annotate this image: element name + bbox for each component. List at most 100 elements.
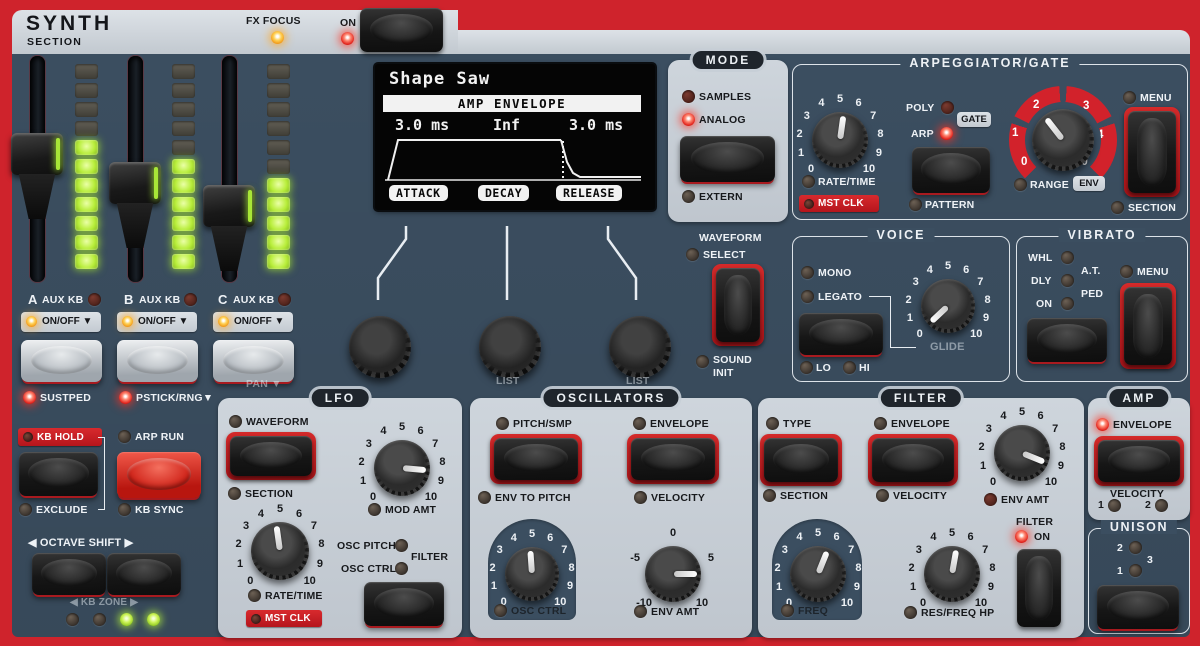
arp-pattern-button[interactable] bbox=[912, 147, 990, 193]
octave-down-button[interactable] bbox=[32, 553, 106, 595]
kb-zone-led-3 bbox=[120, 613, 133, 626]
fader-a[interactable] bbox=[11, 133, 63, 219]
kb-hold-button[interactable] bbox=[19, 452, 98, 496]
hi-label: HI bbox=[859, 362, 870, 374]
unison-button[interactable] bbox=[1097, 585, 1179, 629]
vibrato-menu-button[interactable] bbox=[1124, 287, 1172, 365]
filter-on-button[interactable] bbox=[1017, 549, 1061, 627]
aux-b-onoff[interactable]: ON/OFF ▼ bbox=[117, 312, 197, 332]
aux-a-onoff[interactable]: ON/OFF ▼ bbox=[21, 312, 101, 332]
synth-on-button[interactable] bbox=[360, 8, 443, 52]
waveform-select-button[interactable] bbox=[716, 268, 760, 342]
aux-a-button[interactable] bbox=[21, 340, 102, 382]
osc-env-amt-knob[interactable]: -10-50510 bbox=[645, 546, 701, 602]
osc-ctrl-knob[interactable]: 012345678910 bbox=[505, 547, 559, 601]
poly-label: POLY bbox=[906, 102, 934, 114]
legato-label: LEGATO bbox=[818, 291, 862, 303]
amp-title: AMP bbox=[1109, 389, 1168, 407]
pattern-led bbox=[909, 198, 922, 211]
aux-c-button[interactable] bbox=[213, 340, 294, 382]
glide-knob[interactable]: 012345678910 bbox=[921, 279, 975, 333]
arp-led bbox=[940, 127, 953, 140]
dly-label: DLY bbox=[1031, 275, 1052, 287]
arp-mst-clk-label: MST CLK bbox=[818, 198, 864, 209]
kb-sync-label: KB SYNC bbox=[135, 504, 184, 516]
osc-envelope-label: ENVELOPE bbox=[650, 418, 709, 430]
lfo-section-label: SECTION bbox=[245, 488, 293, 500]
pstick-label: PSTICK/RNG▼ bbox=[136, 392, 213, 404]
osc-ctrl-label: OSC CTRL bbox=[511, 605, 566, 617]
kb-hold-led bbox=[23, 432, 33, 442]
kb-hold-bracket bbox=[98, 437, 105, 510]
amp-envelope-button[interactable] bbox=[1098, 440, 1180, 482]
octave-up-button[interactable] bbox=[107, 553, 181, 595]
aux-a-label: AUX KB bbox=[42, 294, 83, 306]
mono-label: MONO bbox=[818, 267, 851, 279]
exclude-label: EXCLUDE bbox=[36, 504, 88, 516]
aux-b-button[interactable] bbox=[117, 340, 198, 382]
arp-mst-clk-box: MST CLK bbox=[799, 195, 879, 212]
aux-c-onoff[interactable]: ON/OFF ▼ bbox=[213, 312, 293, 332]
samples-label: SAMPLES bbox=[699, 91, 751, 103]
legato-bracket-1 bbox=[869, 296, 891, 348]
filter-env-amt-knob[interactable]: 012345678910 bbox=[994, 425, 1050, 481]
range-label: RANGE bbox=[1030, 179, 1069, 191]
level-meter-b bbox=[172, 64, 195, 269]
osc-ctrl-led bbox=[494, 604, 507, 617]
aux-b-label: AUX KB bbox=[139, 294, 180, 306]
unison-2-led bbox=[1129, 541, 1142, 554]
voice-title: VOICE bbox=[868, 228, 935, 242]
unison-3-label: 3 bbox=[1147, 554, 1153, 566]
vibrato-button[interactable] bbox=[1027, 318, 1107, 362]
kb-sync-led bbox=[118, 503, 131, 516]
mode-panel: MODE SAMPLES ANALOG EXTERN bbox=[668, 60, 788, 222]
amp-panel: AMP ENVELOPE VELOCITY 1 2 bbox=[1088, 398, 1190, 520]
sustped-led bbox=[23, 391, 36, 404]
soft-encoder-2[interactable] bbox=[479, 316, 541, 378]
aux-b-letter: B bbox=[124, 292, 134, 307]
amp-envelope-label: ENVELOPE bbox=[1113, 419, 1172, 431]
res-knob[interactable]: 012345678910 bbox=[924, 546, 980, 602]
osc-pitch-button[interactable] bbox=[494, 438, 578, 480]
kb-zone-label: ◀ KB ZONE ▶ bbox=[70, 597, 138, 608]
lfo-mod-amt-knob[interactable]: 012345678910 bbox=[374, 440, 430, 496]
pstick-led bbox=[119, 391, 132, 404]
lo-label: LO bbox=[816, 362, 831, 374]
soft-encoder-3[interactable] bbox=[609, 316, 671, 378]
env-box: ENV bbox=[1073, 176, 1105, 191]
kb-hold-label: KB HOLD bbox=[37, 432, 84, 443]
mode-title: MODE bbox=[693, 51, 764, 69]
soft-encoder-3-list-label: LIST bbox=[626, 375, 650, 387]
fader-b[interactable] bbox=[109, 162, 161, 248]
arp-rate-knob[interactable]: 012345678910 bbox=[812, 112, 868, 168]
arp-run-button[interactable] bbox=[117, 452, 201, 498]
arp-section-frame bbox=[1124, 107, 1180, 197]
lfo-mst-clk-box: MST CLK bbox=[246, 610, 322, 627]
lfo-osc-ctrl-label: OSC CTRL bbox=[341, 563, 396, 575]
soft-encoder-1[interactable] bbox=[349, 316, 411, 378]
osc-envelope-button[interactable] bbox=[631, 438, 715, 480]
unison-title: UNISON bbox=[1101, 520, 1177, 534]
vibrato-menu-label: MENU bbox=[1137, 266, 1169, 278]
display-attack-button: ATTACK bbox=[389, 185, 448, 201]
lfo-waveform-button[interactable] bbox=[230, 436, 312, 476]
fader-c[interactable] bbox=[203, 185, 255, 271]
amp-velocity-1-led bbox=[1108, 499, 1121, 512]
filter-envelope-led bbox=[874, 417, 887, 430]
freq-knob[interactable]: 012345678910 bbox=[790, 546, 846, 602]
lfo-rate-knob[interactable]: 012345678910 bbox=[251, 522, 309, 580]
soft-encoder-2-list-label: LIST bbox=[496, 375, 520, 387]
lfo-dest-button[interactable] bbox=[364, 582, 444, 626]
whl-led bbox=[1061, 251, 1074, 264]
mode-button[interactable] bbox=[680, 136, 775, 182]
freq-led bbox=[781, 604, 794, 617]
page-subtitle: SECTION bbox=[27, 36, 82, 48]
lfo-rate-led bbox=[248, 589, 261, 602]
filter-type-button[interactable] bbox=[764, 438, 838, 482]
arp-range-knob[interactable] bbox=[1032, 109, 1094, 171]
waveform-select-label-2: SELECT bbox=[703, 249, 746, 261]
arp-section-button[interactable] bbox=[1128, 111, 1176, 193]
arp-menu-label: MENU bbox=[1140, 92, 1172, 104]
display-release-button: RELEASE bbox=[556, 185, 622, 201]
filter-envelope-button[interactable] bbox=[872, 438, 954, 482]
